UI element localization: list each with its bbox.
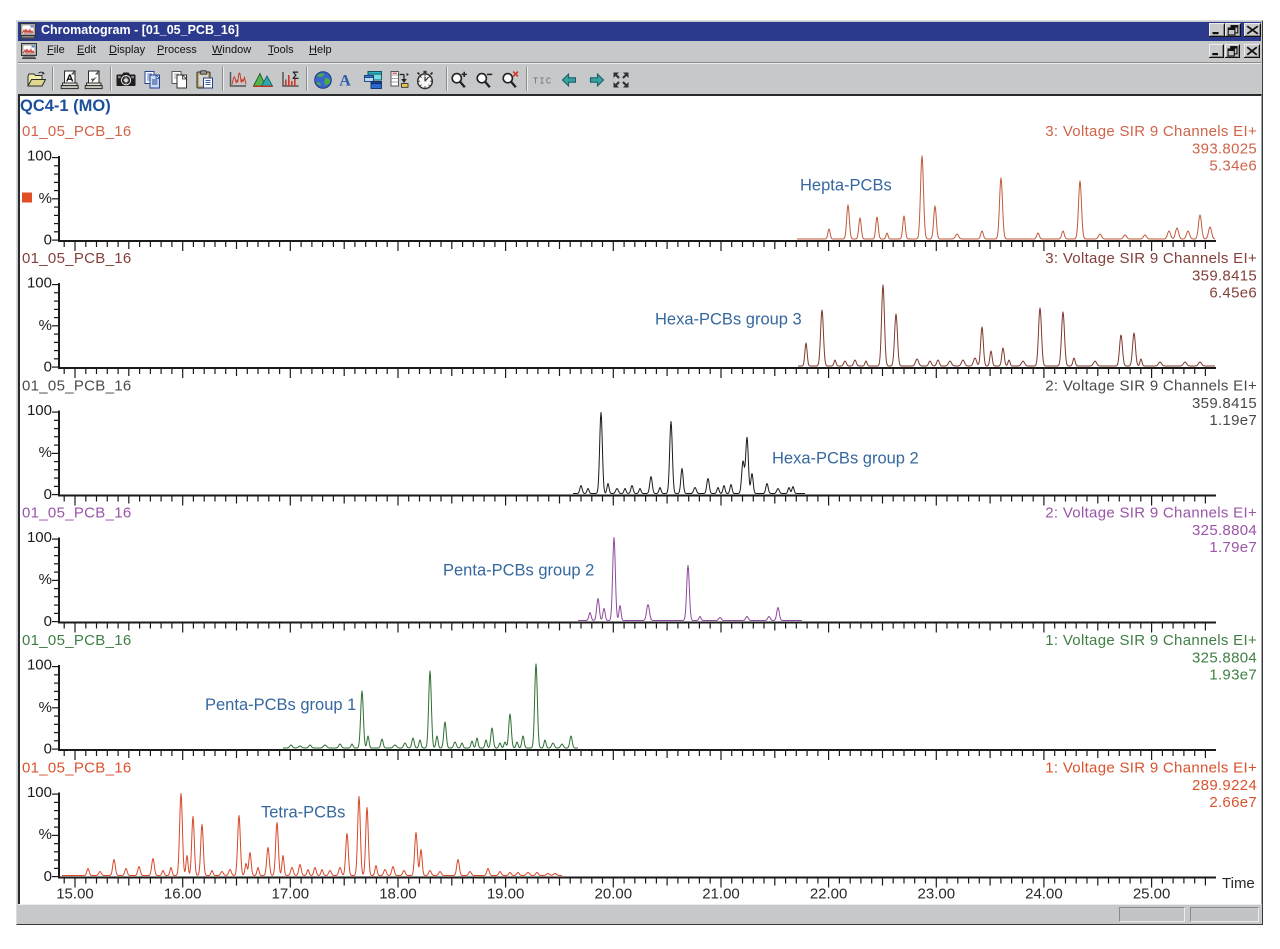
svg-text:01_05_PCB_16: 01_05_PCB_16 <box>22 378 132 395</box>
svg-text:A: A <box>339 73 351 90</box>
svg-text:25.00: 25.00 <box>1133 886 1171 903</box>
svg-text:1: Voltage SIR 9 Channels EI+: 1: Voltage SIR 9 Channels EI+ <box>1045 760 1257 777</box>
svg-text:01_05_PCB_16: 01_05_PCB_16 <box>22 760 132 777</box>
svg-text:6.45e6: 6.45e6 <box>1209 285 1257 302</box>
svg-text:%: % <box>39 571 52 588</box>
svg-text:100: 100 <box>27 402 52 419</box>
svg-text:325.8804: 325.8804 <box>1192 522 1257 539</box>
svg-text:2: Voltage SIR 9 Channels EI+: 2: Voltage SIR 9 Channels EI+ <box>1045 378 1257 395</box>
svg-text:100: 100 <box>27 529 52 546</box>
svg-text:21.00: 21.00 <box>702 886 740 903</box>
svg-text:100: 100 <box>27 275 52 292</box>
svg-text:01_05_PCB_16: 01_05_PCB_16 <box>22 123 132 140</box>
svg-text:%: % <box>39 699 52 716</box>
svg-text:Hepta-PCBs: Hepta-PCBs <box>800 177 892 195</box>
svg-text:%: % <box>39 190 52 207</box>
svg-text:359.8415: 359.8415 <box>1192 395 1257 412</box>
svg-text:24.00: 24.00 <box>1025 886 1063 903</box>
svg-text:3: Voltage SIR 9 Channels EI+: 3: Voltage SIR 9 Channels EI+ <box>1045 123 1257 140</box>
svg-text:01_05_PCB_16: 01_05_PCB_16 <box>22 632 132 649</box>
svg-text:0: 0 <box>44 613 52 630</box>
svg-text:100: 100 <box>27 148 52 165</box>
svg-text:2: Voltage SIR 9 Channels EI+: 2: Voltage SIR 9 Channels EI+ <box>1045 505 1257 522</box>
svg-text:100: 100 <box>27 657 52 674</box>
svg-text:0: 0 <box>44 868 52 885</box>
svg-text:Penta-PCBs group 1: Penta-PCBs group 1 <box>205 696 356 714</box>
svg-text:1.19e7: 1.19e7 <box>1209 412 1257 429</box>
svg-text:19.00: 19.00 <box>487 886 525 903</box>
svg-text:0: 0 <box>44 359 52 376</box>
svg-text:01_05_PCB_16: 01_05_PCB_16 <box>22 505 132 522</box>
svg-text:%: % <box>39 444 52 461</box>
svg-text:Σ: Σ <box>292 70 299 82</box>
svg-text:01_05_PCB_16: 01_05_PCB_16 <box>22 250 132 267</box>
svg-text:5.34e6: 5.34e6 <box>1209 158 1257 175</box>
svg-text:0: 0 <box>44 741 52 758</box>
svg-text:1.79e7: 1.79e7 <box>1209 539 1257 556</box>
svg-text:%: % <box>39 826 52 843</box>
svg-text:393.8025: 393.8025 <box>1192 140 1257 157</box>
svg-text:3: Voltage SIR 9 Channels EI+: 3: Voltage SIR 9 Channels EI+ <box>1045 250 1257 267</box>
svg-text:1: Voltage SIR 9 Channels EI+: 1: Voltage SIR 9 Channels EI+ <box>1045 632 1257 649</box>
svg-text:100: 100 <box>27 784 52 801</box>
svg-text:359.8415: 359.8415 <box>1192 267 1257 284</box>
svg-text:15.00: 15.00 <box>56 886 94 903</box>
svg-text:20.00: 20.00 <box>595 886 633 903</box>
svg-text:0: 0 <box>44 232 52 249</box>
svg-text:%: % <box>39 317 52 334</box>
svg-text:1.93e7: 1.93e7 <box>1209 667 1257 684</box>
svg-text:18.00: 18.00 <box>379 886 417 903</box>
svg-text:289.9224: 289.9224 <box>1192 777 1257 794</box>
svg-text:Penta-PCBs group 2: Penta-PCBs group 2 <box>443 562 594 580</box>
svg-text:325.8804: 325.8804 <box>1192 649 1257 666</box>
svg-text:2.66e7: 2.66e7 <box>1209 794 1257 811</box>
svg-text:Tetra-PCBs: Tetra-PCBs <box>261 804 345 822</box>
svg-text:22.00: 22.00 <box>810 886 848 903</box>
svg-text:17.00: 17.00 <box>272 886 310 903</box>
svg-text:TIC: TIC <box>533 77 552 87</box>
svg-text:23.00: 23.00 <box>918 886 956 903</box>
svg-text:Hexa-PCBs group 3: Hexa-PCBs group 3 <box>655 311 802 329</box>
svg-text:16.00: 16.00 <box>164 886 202 903</box>
svg-text:Hexa-PCBs group 2: Hexa-PCBs group 2 <box>772 450 919 468</box>
svg-text:0: 0 <box>44 486 52 503</box>
svg-text:QC4-1 (MO): QC4-1 (MO) <box>20 97 111 115</box>
svg-text:Time: Time <box>1222 875 1255 892</box>
